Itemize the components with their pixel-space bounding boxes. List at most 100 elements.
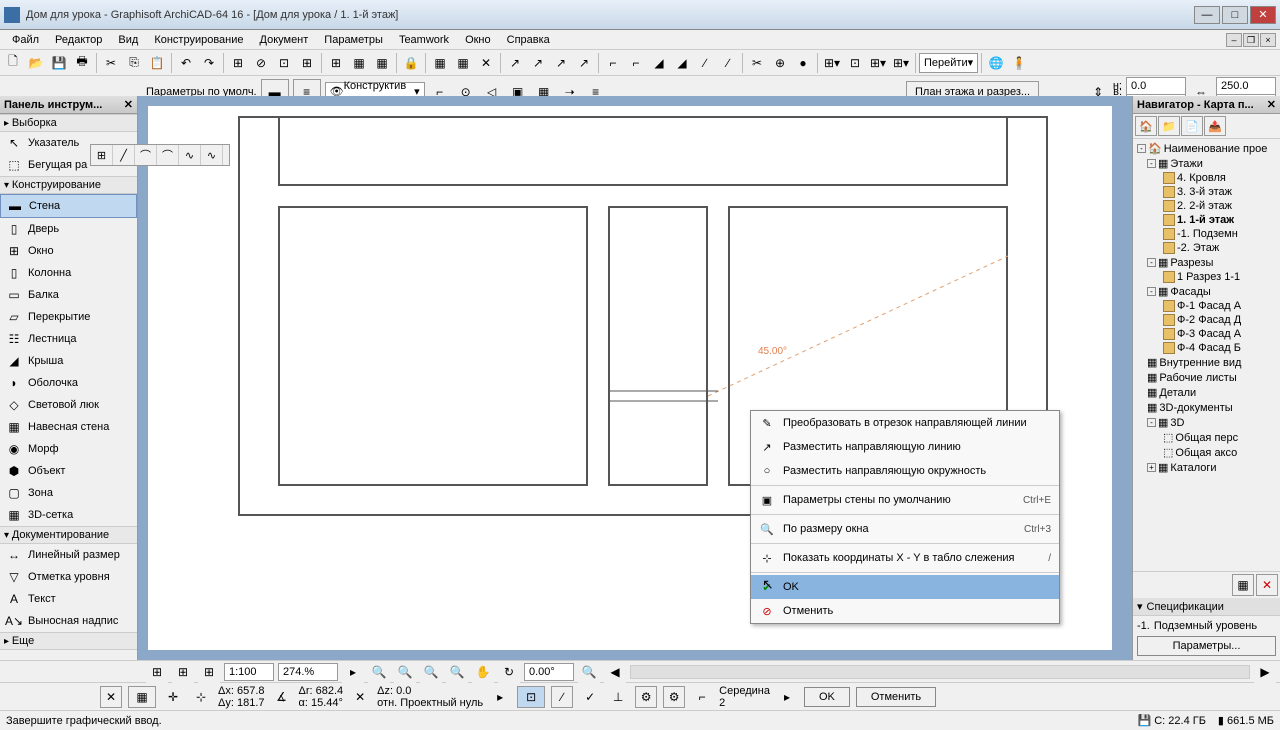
tool-object[interactable]: ⬢Объект (0, 460, 137, 482)
arrow-icon[interactable]: ◀ (604, 661, 626, 683)
navigator-tree[interactable]: - 🏠 Наименование прое - ▦ Этажи 4. Кровл… (1133, 139, 1280, 571)
tree-story[interactable]: -1. Подземн (1135, 227, 1278, 241)
ctx-fit-window[interactable]: 🔍По размеру окнаCtrl+3 (751, 517, 1059, 541)
print-icon[interactable]: 🖶 (71, 52, 93, 74)
origin-icon[interactable]: ✛ (162, 686, 184, 708)
tree-story[interactable]: -2. Этаж (1135, 241, 1278, 255)
tool-icon[interactable]: ⊞▾ (890, 52, 912, 74)
tool-icon[interactable]: ▦ (429, 52, 451, 74)
tool-icon[interactable]: ● (792, 52, 814, 74)
check-icon[interactable]: ✓ (579, 686, 601, 708)
dim2-input[interactable] (1126, 77, 1186, 95)
tool-icon[interactable]: ↗ (527, 52, 549, 74)
tree-3d-item[interactable]: ⬚ Общая перс (1135, 430, 1278, 445)
nav-tab-layout[interactable]: 📄 (1181, 116, 1203, 136)
spec-params-button[interactable]: Параметры... (1137, 636, 1276, 656)
minimize-button[interactable]: — (1194, 6, 1220, 24)
tool-skylight[interactable]: ◇Световой люк (0, 394, 137, 416)
nav-tab-publisher[interactable]: 📤 (1204, 116, 1226, 136)
grid-icon[interactable]: ▦ (128, 686, 156, 708)
geometry-method-toolbar[interactable]: ⊞ ╱ ⌒ ⌒ ∿ ∿ (90, 144, 230, 166)
ctx-show-xy[interactable]: ⊹Показать координаты X - Y в табло слеже… (751, 546, 1059, 570)
gear-icon[interactable]: ⚙ (635, 686, 657, 708)
tree-interior[interactable]: ▦ Внутренние вид (1135, 355, 1278, 370)
ctx-wall-defaults[interactable]: ▣Параметры стены по умолчаниюCtrl+E (751, 488, 1059, 512)
tool-icon[interactable]: ▦ (348, 52, 370, 74)
goto-dropdown[interactable]: Перейти ▾ (919, 53, 978, 73)
copy-icon[interactable]: ⎘ (123, 52, 145, 74)
tool-icon[interactable]: ⊞ (227, 52, 249, 74)
tool-mesh[interactable]: ▦3D-сетка (0, 504, 137, 526)
tree-details[interactable]: ▦ Детали (1135, 385, 1278, 400)
tool-icon[interactable]: ⊞ (296, 52, 318, 74)
zoom-icon[interactable]: 🔍 (420, 661, 442, 683)
menu-view[interactable]: Вид (110, 32, 146, 48)
tree-story[interactable]: 4. Кровля (1135, 171, 1278, 185)
tool-icon[interactable]: ⊘ (250, 52, 272, 74)
arrow-icon[interactable]: ▸ (776, 686, 798, 708)
mdi-close[interactable]: × (1260, 33, 1276, 47)
tool-column[interactable]: ▯Колонна (0, 262, 137, 284)
maximize-button[interactable]: □ (1222, 6, 1248, 24)
tool-icon[interactable]: ⊞ (325, 52, 347, 74)
tool-window[interactable]: ⊞Окно (0, 240, 137, 262)
arrow-icon[interactable]: ▶ (1254, 661, 1276, 683)
tool-wall[interactable]: ▬Стена (0, 194, 137, 218)
zoom-icon[interactable]: 🔍 (394, 661, 416, 683)
tool-icon[interactable]: ✂ (746, 52, 768, 74)
globe-icon[interactable]: 🌐 (985, 52, 1007, 74)
ctx-ok[interactable]: ✔OK (751, 575, 1059, 599)
menu-document[interactable]: Документ (252, 32, 317, 48)
menu-edit[interactable]: Редактор (47, 32, 110, 48)
menu-help[interactable]: Справка (499, 32, 558, 48)
tree-3ddocs[interactable]: ▦ 3D-документы (1135, 400, 1278, 415)
menu-file[interactable]: Файл (4, 32, 47, 48)
spec-icon[interactable]: ▦ (1232, 574, 1254, 596)
tool-icon[interactable]: ⊕ (769, 52, 791, 74)
snap-icon[interactable]: ∕ (551, 686, 573, 708)
scale-input[interactable] (224, 663, 274, 681)
tree-elev[interactable]: Ф-1 Фасад А (1135, 299, 1278, 313)
tool-icon[interactable]: ⊞▾ (821, 52, 843, 74)
geom-straight-icon[interactable]: ⊞ (91, 145, 113, 165)
tool-beam[interactable]: ▭Балка (0, 284, 137, 306)
tool-icon[interactable]: ⌐ (625, 52, 647, 74)
tool-level[interactable]: ▽Отметка уровня (0, 566, 137, 588)
tool-text[interactable]: AТекст (0, 588, 137, 610)
tool-icon[interactable]: ✕ (475, 52, 497, 74)
geom-arc-icon[interactable]: ╱ (113, 145, 135, 165)
tool-shell[interactable]: ◗Оболочка (0, 372, 137, 394)
ctx-convert-guide[interactable]: ✎Преобразовать в отрезок направляющей ли… (751, 411, 1059, 435)
group-document[interactable]: ▾ Документирование (0, 526, 137, 544)
tool-annotation[interactable]: A↘Выносная надпис (0, 610, 137, 632)
tree-elevations[interactable]: - ▦ Фасады (1135, 284, 1278, 299)
tree-story[interactable]: 3. 3-й этаж (1135, 185, 1278, 199)
redo-icon[interactable]: ↷ (198, 52, 220, 74)
menu-design[interactable]: Конструирование (146, 32, 251, 48)
arrow-icon[interactable]: ▸ (342, 661, 364, 683)
tool-door[interactable]: ▯Дверь (0, 218, 137, 240)
tool-stair[interactable]: ☷Лестница (0, 328, 137, 350)
zoom-icon[interactable]: 🔍 (578, 661, 600, 683)
menu-teamwork[interactable]: Teamwork (391, 32, 457, 48)
mdi-minimize[interactable]: – (1226, 33, 1242, 47)
close-button[interactable]: ✕ (1250, 6, 1276, 24)
delete-icon[interactable]: ✕ (1256, 574, 1278, 596)
tree-catalogs[interactable]: + ▦ Каталоги (1135, 460, 1278, 475)
zoom-icon[interactable]: 🔍 (446, 661, 468, 683)
tool-roof[interactable]: ◢Крыша (0, 350, 137, 372)
tree-stories[interactable]: - ▦ Этажи (1135, 156, 1278, 171)
perp-icon[interactable]: ⊥ (607, 686, 629, 708)
tree-story[interactable]: 2. 2-й этаж (1135, 199, 1278, 213)
pan-icon[interactable]: ✋ (472, 661, 494, 683)
tool-zone[interactable]: ▢Зона (0, 482, 137, 504)
geom-arc-icon[interactable]: ⌒ (135, 145, 157, 165)
rotate-icon[interactable]: ↻ (498, 661, 520, 683)
tool-icon[interactable]: ◢ (648, 52, 670, 74)
tool-icon[interactable]: ▦ (371, 52, 393, 74)
tool-icon[interactable]: ↗ (550, 52, 572, 74)
tool-slab[interactable]: ▱Перекрытие (0, 306, 137, 328)
spec-header[interactable]: ▾ Спецификации (1133, 598, 1280, 615)
tree-3d-item[interactable]: ⬚ Общая аксо (1135, 445, 1278, 460)
tree-elev[interactable]: Ф-4 Фасад Б (1135, 341, 1278, 355)
